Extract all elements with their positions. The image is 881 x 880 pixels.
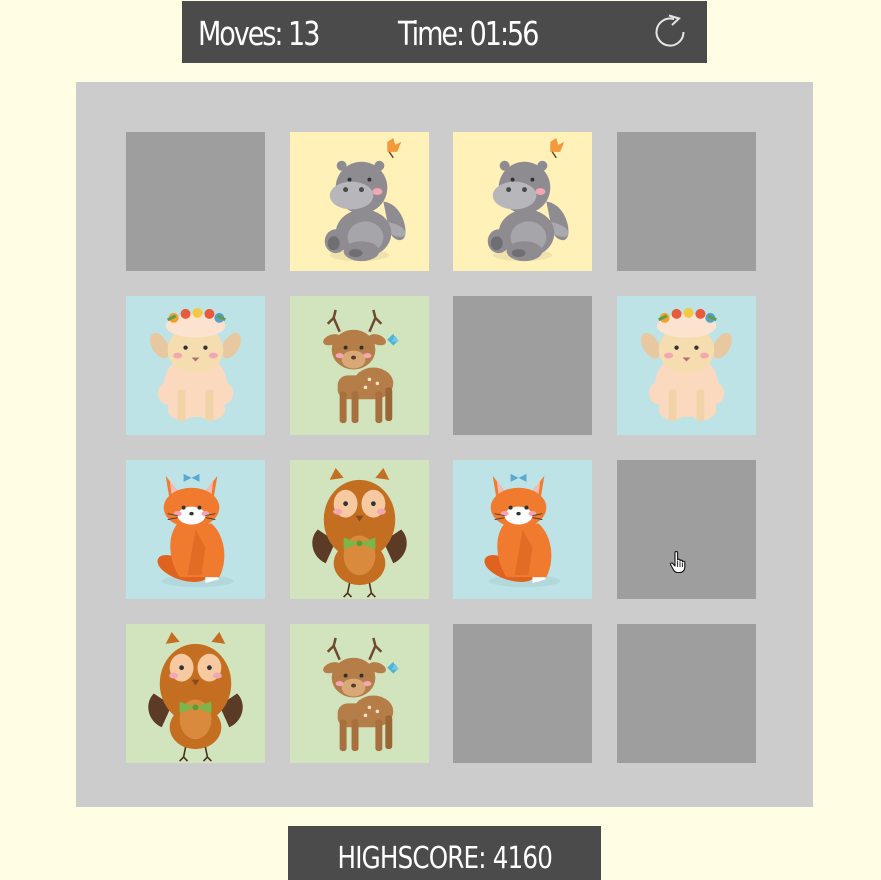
card-owl[interactable] — [126, 624, 265, 763]
restart-icon[interactable] — [650, 12, 690, 52]
deer-icon — [323, 637, 400, 752]
card-hippo[interactable] — [290, 132, 429, 271]
card-owl[interactable] — [290, 460, 429, 599]
card-sheep[interactable] — [126, 296, 265, 435]
highscore-label: HIGHSCORE: 4160 — [337, 841, 552, 876]
card-face-down[interactable] — [126, 132, 265, 271]
card-grid — [76, 82, 813, 807]
card-deer[interactable] — [290, 296, 429, 435]
card-deer[interactable] — [290, 624, 429, 763]
card-face-down[interactable] — [453, 624, 592, 763]
highscore-bar: HIGHSCORE: 4160 — [288, 826, 601, 880]
fox-icon — [157, 473, 234, 588]
card-face-down[interactable] — [617, 132, 756, 271]
card-hippo[interactable] — [453, 132, 592, 271]
memory-game: Moves: 13 Time: 01:56 HIGHSCORE: 4160 — [0, 0, 881, 880]
fox-icon — [484, 473, 561, 588]
sheep-icon — [149, 307, 242, 422]
moves-counter: Moves: 13 — [198, 14, 320, 53]
timer: Time: 01:56 — [398, 14, 539, 53]
card-face-down[interactable] — [453, 296, 592, 435]
owl-icon — [148, 631, 243, 762]
card-fox[interactable] — [453, 460, 592, 599]
card-face-down[interactable] — [617, 460, 756, 599]
hand-cursor-icon — [669, 550, 689, 574]
hippo-icon — [487, 137, 569, 262]
card-face-down[interactable] — [617, 624, 756, 763]
card-sheep[interactable] — [617, 296, 756, 435]
deer-icon — [323, 309, 400, 424]
card-fox[interactable] — [126, 460, 265, 599]
hippo-icon — [324, 137, 406, 262]
owl-icon — [312, 467, 407, 598]
score-bar: Moves: 13 Time: 01:56 — [182, 1, 707, 63]
sheep-icon — [640, 307, 733, 422]
